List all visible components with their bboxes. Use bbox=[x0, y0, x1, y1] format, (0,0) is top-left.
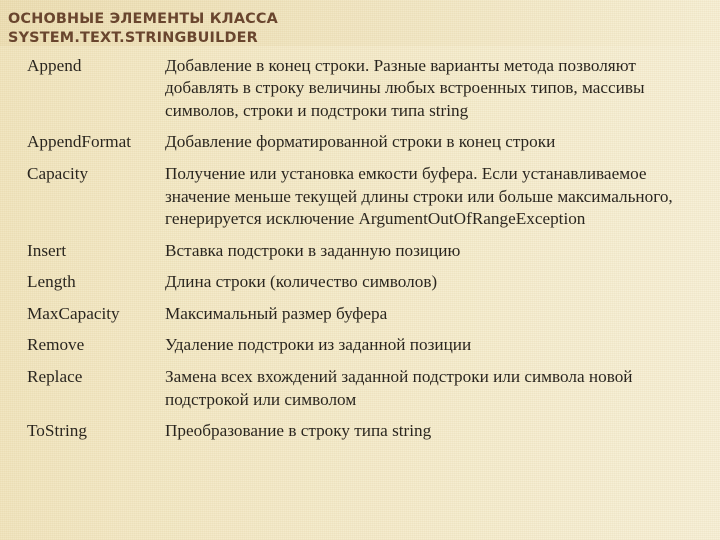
member-name-cell: MaxCapacity bbox=[27, 303, 120, 323]
table-row: ToString Преобразование в строку типа str… bbox=[0, 416, 720, 448]
member-name-cell: Remove bbox=[27, 335, 85, 355]
member-description-cell: Добавление в конец строки. Разные вариан… bbox=[165, 55, 645, 120]
table-row-inner: Length Длина строки (количество символов) bbox=[0, 267, 710, 299]
page-title: Основные элементы класса System.Text.Str… bbox=[8, 10, 708, 49]
table-row-inner: Remove Удаление подстроки из заданной поз… bbox=[0, 330, 710, 362]
table-row-inner: ToString Преобразование в строку типа str… bbox=[0, 416, 710, 448]
member-name-cell: Length bbox=[27, 272, 76, 292]
member-description-cell: Максимальный размер буфера bbox=[165, 303, 388, 323]
table-row: Replace Замена всех вхождений заданной по… bbox=[0, 361, 720, 415]
table-row-inner: Replace Замена всех вхождений заданной по… bbox=[0, 361, 710, 415]
member-description-cell: Удаление подстроки из заданной позиции bbox=[165, 335, 472, 355]
table-row-inner: Append Добавление в конец строки. Разные … bbox=[0, 50, 710, 127]
member-description-cell: Длина строки (количество символов) bbox=[165, 272, 438, 292]
table-row: Append Добавление в конец строки. Разные … bbox=[0, 50, 720, 127]
table-row: AppendFormat Добавление форматированной с… bbox=[0, 127, 720, 159]
page-title-line-1: Основные элементы класса bbox=[8, 10, 279, 27]
table-row: Length Длина строки (количество символов) bbox=[0, 267, 720, 299]
member-name-cell: Insert bbox=[27, 240, 67, 260]
member-description-cell: Получение или установка емкости буфера. … bbox=[165, 163, 673, 229]
member-description-cell: Добавление форматированной строки в коне… bbox=[165, 132, 556, 152]
table-row-inner: AppendFormat Добавление форматированной с… bbox=[0, 127, 710, 159]
table-row-inner: MaxCapacity Максимальный размер буфера bbox=[0, 298, 710, 330]
page-title-line-2: System.Text.StringBuilder bbox=[8, 30, 258, 47]
table-row: Insert Вставка подстроки в заданную позиц… bbox=[0, 235, 720, 267]
table-row-inner: Insert Вставка подстроки в заданную позиц… bbox=[0, 235, 710, 267]
table-row: Remove Удаление подстроки из заданной поз… bbox=[0, 330, 720, 362]
member-description-cell: Замена всех вхождений заданной подстроки… bbox=[165, 367, 633, 409]
table-row: Capacity Получение или установка емкости … bbox=[0, 158, 720, 235]
member-description-cell: Преобразование в строку типа string bbox=[165, 421, 432, 441]
table-row: MaxCapacity Максимальный размер буфера bbox=[0, 298, 720, 330]
table-row-inner: Capacity Получение или установка емкости … bbox=[0, 158, 710, 235]
member-description-cell: Вставка подстроки в заданную позицию bbox=[165, 240, 461, 260]
member-name-cell: Append bbox=[27, 55, 82, 75]
member-name-cell: ToString bbox=[27, 421, 87, 441]
stringbuilder-members-table: Append Добавление в конец строки. Разные … bbox=[0, 50, 720, 447]
member-name-cell: AppendFormat bbox=[27, 132, 132, 152]
slide-canvas: Основные элементы класса System.Text.Str… bbox=[0, 0, 720, 540]
member-name-cell: Capacity bbox=[27, 163, 89, 183]
member-name-cell: Replace bbox=[27, 367, 83, 387]
